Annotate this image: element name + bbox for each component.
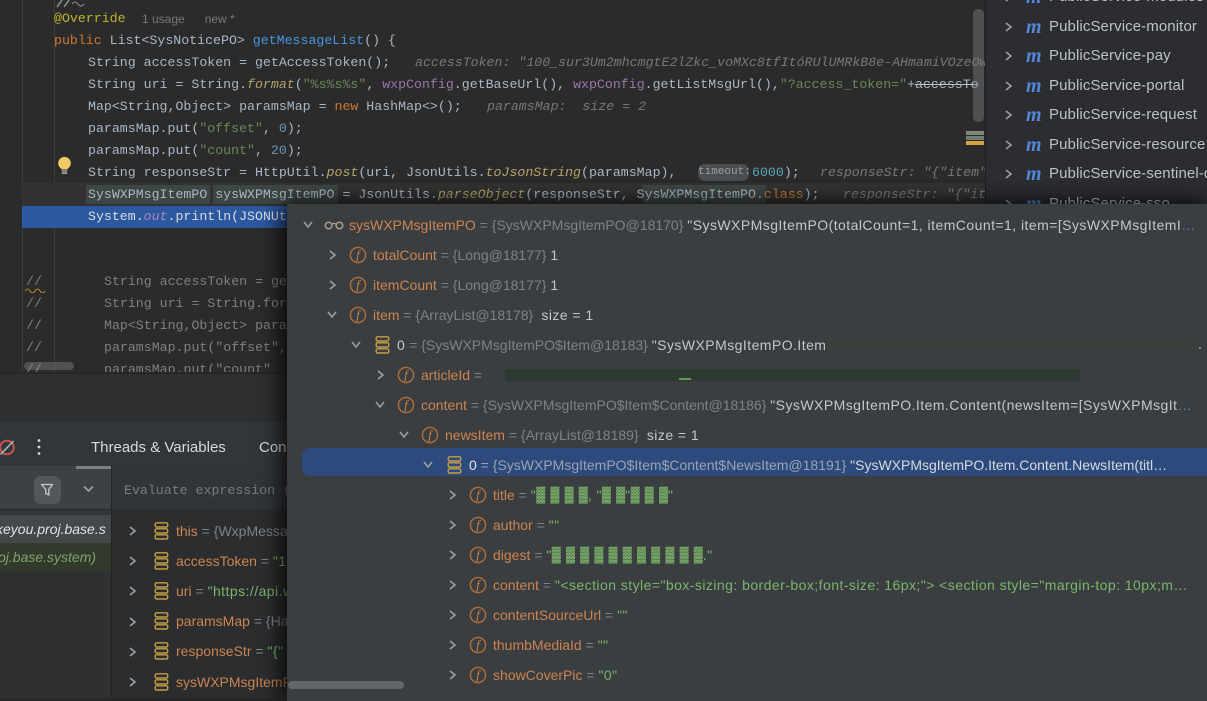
svg-text:f: f [476,518,481,532]
svg-text:f: f [404,368,409,382]
svg-text:f: f [476,578,481,592]
svg-text:f: f [404,398,409,412]
svg-text:f: f [356,308,361,322]
svg-text:f: f [476,638,481,652]
svg-text:f: f [356,278,361,292]
svg-text:f: f [428,428,433,442]
svg-text:f: f [476,488,481,502]
svg-text:f: f [476,548,481,562]
svg-text:f: f [356,248,361,262]
svg-text:f: f [476,608,481,622]
svg-text:f: f [476,668,481,682]
